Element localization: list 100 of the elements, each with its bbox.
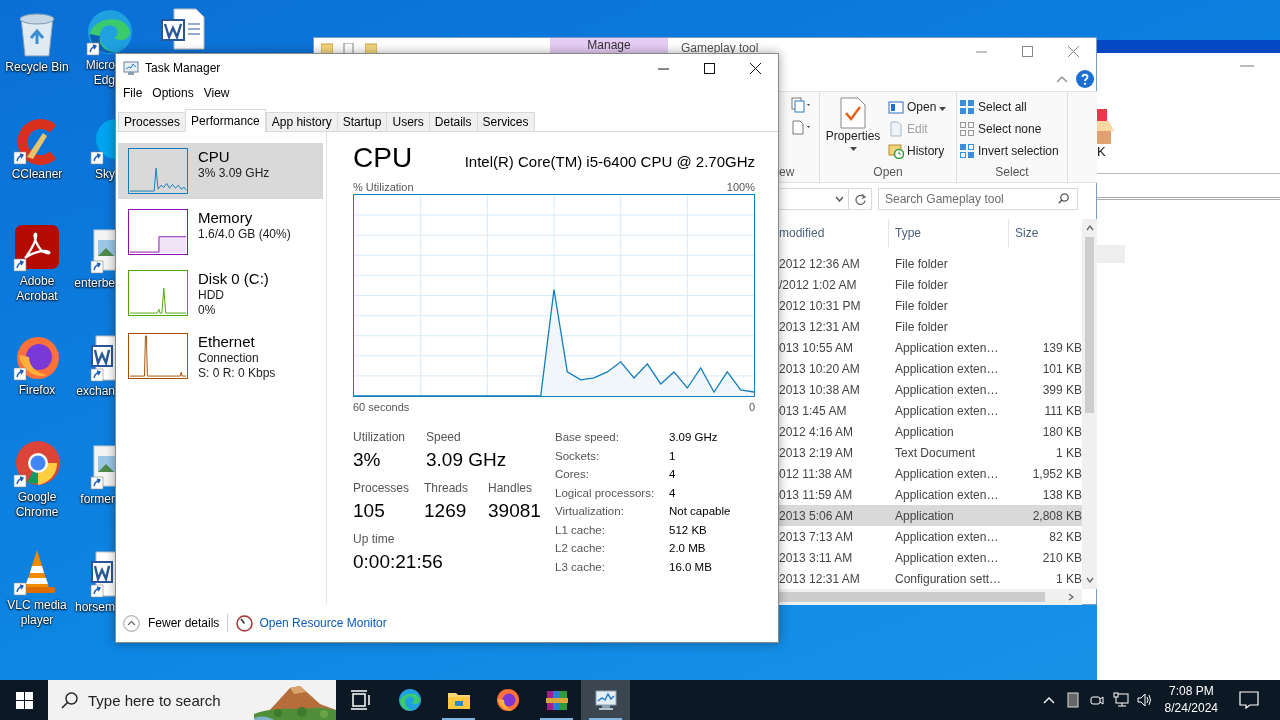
desktop-icon-label[interactable]: CCleaner (11, 167, 63, 182)
size-cell-text: 111 KB (1043, 403, 1082, 418)
scroll-down-icon[interactable] (1085, 577, 1094, 583)
taskbar-app-button[interactable] (581, 680, 630, 720)
search-field[interactable]: Search Gameplay tool (878, 188, 1078, 210)
graph-label: 0 (748, 400, 755, 414)
word-document-icon[interactable] (160, 8, 205, 50)
scroll-up-icon[interactable] (1085, 225, 1094, 231)
stat-label: Utilization (353, 430, 407, 444)
file-row[interactable]: 2013 12:31 AM Configuration sett… 1 KB (779, 568, 1082, 589)
copy-path-icon[interactable] (791, 97, 813, 113)
ribbon-tab[interactable]: Manage (550, 38, 668, 54)
image-file-icon[interactable] (90, 226, 115, 274)
chrome-icon[interactable] (13, 440, 61, 488)
file-row[interactable]: 013 10:55 AM Application exten… 139 KB (779, 337, 1082, 358)
ribbon-command[interactable]: Select all (957, 97, 1061, 117)
acrobat-icon[interactable] (13, 224, 61, 272)
resource-item[interactable]: Disk 0 (C:) HDD 0% (118, 265, 323, 323)
file-row[interactable]: 013 1:45 AM Application exten… 111 KB (779, 400, 1082, 421)
file-row[interactable]: 2012 12:36 AM File folder (779, 253, 1082, 274)
desktop-icon-label[interactable]: Recycle Bin (5, 60, 69, 75)
file-row[interactable]: 012 11:38 AM Application exten… 1,952 KB (779, 463, 1082, 484)
resource-item[interactable]: CPU 3% 3.09 GHz (118, 143, 323, 199)
stat-value: 0:00:21:56 (353, 550, 443, 574)
refresh-button[interactable] (848, 188, 872, 210)
desktop-icon-label[interactable]: Sky (95, 167, 115, 182)
desktop-icon-label[interactable]: former (80, 492, 115, 507)
desktop-icon-label[interactable]: exchan (76, 384, 115, 399)
network-icon[interactable] (1112, 692, 1129, 708)
type-cell-text: Application exten… (895, 361, 1000, 376)
desktop-icon-label[interactable]: Edg (93, 73, 115, 88)
properties-button[interactable]: Properties (820, 97, 886, 164)
menu-item[interactable]: View (198, 86, 235, 100)
file-row[interactable]: 2012 4:16 AM Application 180 KB (779, 421, 1082, 442)
file-row[interactable]: /2012 1:02 AM File folder (779, 274, 1082, 295)
tab[interactable]: App history (265, 112, 337, 132)
search-input[interactable]: Type here to search (88, 688, 238, 712)
help-icon[interactable] (1076, 69, 1094, 88)
processor-model: Intel(R) Core(TM) i5-6400 CPU @ 2.70GHz (464, 153, 755, 170)
tab[interactable]: Performance (185, 109, 266, 132)
caret-icon (939, 106, 947, 111)
column-header[interactable]: Size (1009, 219, 1082, 247)
ribbon-command[interactable]: History (886, 141, 949, 161)
refresh-icon (854, 193, 866, 205)
file-row[interactable]: 2013 12:31 AM File folder (779, 316, 1082, 337)
ribbon-command[interactable]: Open (886, 97, 949, 117)
file-row[interactable]: 2013 3:11 AM Application exten… 210 KB (779, 547, 1082, 568)
properties-icon[interactable] (343, 43, 355, 55)
file-row[interactable]: 2013 5:06 AM Application 2,808 KB (779, 505, 1082, 526)
desktop-icon-label[interactable]: horsem (75, 600, 115, 615)
file-row[interactable]: 2013 7:13 AM Application exten… 82 KB (779, 526, 1082, 547)
size-cell-text: 1 KB (1055, 445, 1082, 460)
desktop-icon-label[interactable]: Micro (85, 58, 115, 73)
edge-icon[interactable] (86, 8, 134, 56)
desktop-icon-label[interactable]: enterbe (74, 276, 115, 291)
desktop-icon-label[interactable]: Google Chrome (0, 490, 74, 520)
scrollbar-thumb[interactable] (779, 592, 1045, 602)
tab[interactable]: Services (476, 112, 535, 132)
resource-item[interactable]: Memory 1.6/4.0 GB (40%) (118, 204, 323, 260)
modified-cell-text: 2013 5:06 AM (779, 508, 855, 523)
horizontal-scrollbar[interactable] (779, 589, 1082, 605)
image-file-icon[interactable] (90, 442, 115, 490)
package-icon[interactable] (1097, 109, 1115, 145)
resource-name: Ethernet (198, 333, 256, 351)
task-manager-icon (593, 688, 618, 712)
tab[interactable]: Processes (118, 112, 186, 132)
ribbon-command[interactable]: Select none (957, 119, 1061, 139)
menu-item[interactable]: Options (147, 86, 199, 100)
file-row[interactable]: 2013 2:19 AM Text Document 1 KB (779, 442, 1082, 463)
folder-icon[interactable] (365, 43, 377, 55)
scroll-right-icon[interactable] (1068, 593, 1074, 601)
fewer-details-button[interactable]: Fewer details (123, 614, 220, 632)
collapse-ribbon-icon[interactable] (1056, 74, 1068, 83)
desktop-icon-label[interactable]: VLC media player (0, 598, 74, 628)
desktop-icon-label[interactable]: Firefox (18, 383, 56, 398)
column-header[interactable]: Type (889, 219, 1009, 247)
tab[interactable]: Users (386, 112, 429, 132)
new-item-icon[interactable] (791, 119, 813, 135)
file-row[interactable]: 2013 10:20 AM Application exten… 101 KB (779, 358, 1082, 379)
file-row[interactable]: 2012 10:31 PM File folder (779, 295, 1082, 316)
resource-item[interactable]: Ethernet Connection S: 0 R: 0 Kbps (118, 328, 323, 386)
resource-name: Memory (198, 209, 254, 227)
tab[interactable]: Startup (336, 112, 387, 132)
tablet-icon[interactable] (1064, 692, 1081, 708)
skype-icon[interactable] (90, 117, 115, 165)
file-row[interactable]: 2013 10:38 AM Application exten… 399 KB (779, 379, 1082, 400)
desktop-icon-label[interactable]: Adobe Acrobat (0, 274, 74, 304)
menu-item[interactable]: File (118, 86, 148, 100)
volume-icon[interactable] (1136, 692, 1153, 708)
tab[interactable]: Details (428, 112, 477, 132)
modified-cell-text: 013 1:45 AM (779, 403, 848, 418)
clock[interactable]: 7:08 PM 8/24/2024 (1164, 683, 1218, 717)
vertical-scrollbar[interactable] (1082, 219, 1097, 589)
file-row[interactable]: 013 11:59 AM Application exten… 138 KB (779, 484, 1082, 505)
ribbon-command[interactable]: Invert selection (957, 141, 1061, 161)
taskbar-search-field[interactable]: Type here to search (48, 680, 336, 720)
modified-cell-text: 2013 2:19 AM (779, 445, 855, 460)
scrollbar-thumb[interactable] (1085, 237, 1094, 413)
resource-monitor-link[interactable]: Open Resource Monitor (259, 616, 387, 630)
folder-icon[interactable] (321, 43, 333, 55)
